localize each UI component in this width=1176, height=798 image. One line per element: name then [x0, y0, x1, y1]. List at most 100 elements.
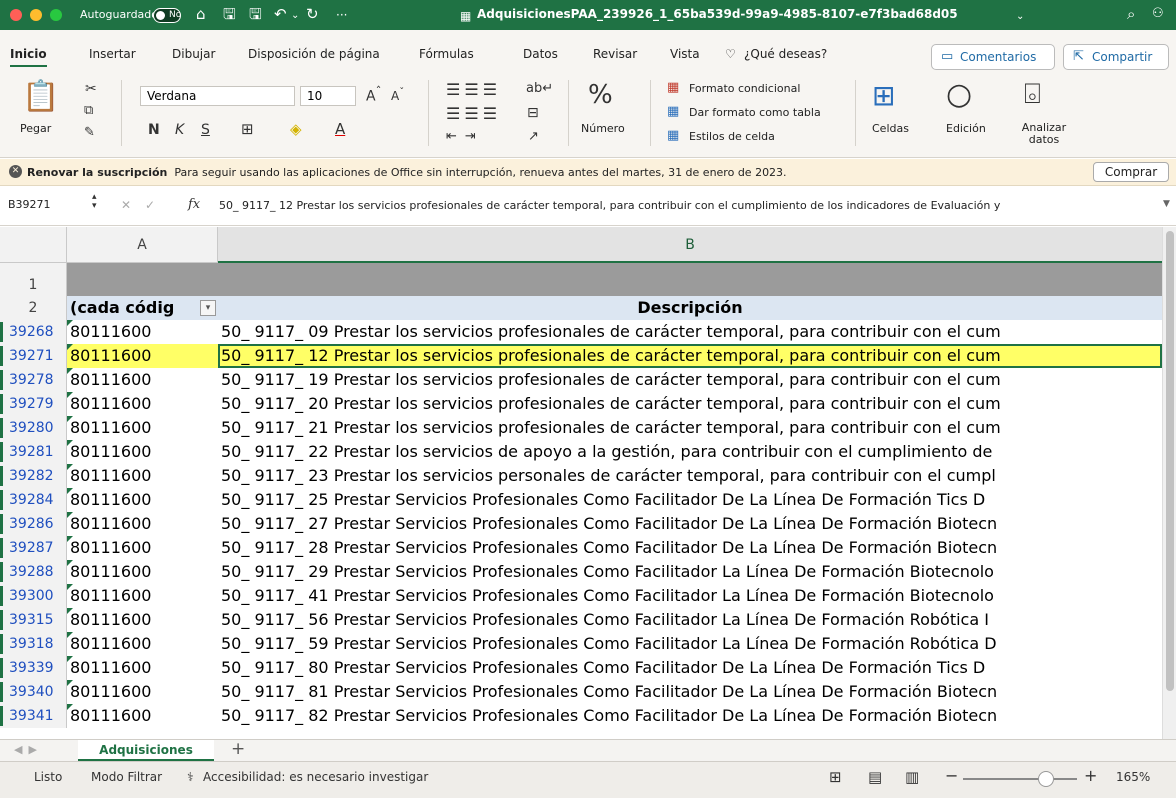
- cell-styles-icon[interactable]: ▦: [667, 129, 679, 142]
- cell-code[interactable]: 80111600: [67, 344, 218, 368]
- sheet-tab-adquisiciones[interactable]: Adquisiciones: [78, 740, 214, 762]
- cells-icon[interactable]: ⊞: [872, 82, 895, 110]
- indent-icons[interactable]: ⇤⇥: [446, 130, 484, 143]
- decrease-font-icon[interactable]: Aˇ: [391, 88, 404, 103]
- cell-code[interactable]: 80111600: [67, 392, 218, 416]
- borders-icon[interactable]: ⊞: [241, 122, 254, 137]
- underline-button[interactable]: S: [201, 123, 210, 137]
- filter-dropdown-icon[interactable]: ▾: [200, 300, 216, 316]
- row-header[interactable]: 39280: [0, 416, 67, 440]
- cell-description[interactable]: 50_ 9117_ 27 Prestar Servicios Profesion…: [218, 512, 1162, 536]
- tab-datos[interactable]: Datos: [523, 47, 558, 61]
- sheet-nav-arrows-icon[interactable]: ◀▶: [14, 743, 43, 756]
- font-color-icon[interactable]: A: [335, 122, 345, 137]
- column-header-b[interactable]: B: [218, 227, 1162, 263]
- editing-icon[interactable]: ○: [946, 80, 972, 110]
- tab-disposicion[interactable]: Disposición de página: [248, 47, 380, 61]
- tab-revisar[interactable]: Revisar: [593, 47, 637, 61]
- format-table-icon[interactable]: ▦: [667, 105, 679, 118]
- cell-code[interactable]: 80111600: [67, 656, 218, 680]
- row-header-2[interactable]: 2: [0, 296, 67, 320]
- column-header-a[interactable]: A: [67, 227, 218, 263]
- cancel-edit-icon[interactable]: ✕: [121, 199, 131, 211]
- home-icon[interactable]: ⌂: [196, 5, 206, 23]
- cell-code[interactable]: 80111600: [67, 680, 218, 704]
- cell-description[interactable]: 50_ 9117_ 21 Prestar los servicios profe…: [218, 416, 1162, 440]
- select-all-corner[interactable]: [0, 227, 67, 263]
- zoom-out-icon[interactable]: −: [945, 766, 958, 785]
- row-header[interactable]: 39268: [0, 320, 67, 344]
- name-box[interactable]: B39271: [8, 198, 51, 211]
- cell-description[interactable]: 50_ 9117_ 82 Prestar Servicios Profesion…: [218, 704, 1162, 728]
- row-header[interactable]: 39282: [0, 464, 67, 488]
- conditional-format-icon[interactable]: ▦: [667, 81, 679, 94]
- cell-code[interactable]: 80111600: [67, 704, 218, 728]
- vertical-scrollbar[interactable]: [1162, 227, 1176, 739]
- cell-code[interactable]: 80111600: [67, 560, 218, 584]
- row-header[interactable]: 39278: [0, 368, 67, 392]
- align-left-icons[interactable]: ☰☰☰: [446, 106, 501, 122]
- cell-code[interactable]: 80111600: [67, 440, 218, 464]
- zoom-slider-handle[interactable]: [1038, 771, 1054, 787]
- cell-code[interactable]: 80111600: [67, 488, 218, 512]
- zoom-slider[interactable]: [963, 778, 1077, 780]
- row-header[interactable]: 39300: [0, 584, 67, 608]
- percent-icon[interactable]: %: [588, 82, 613, 108]
- copy-icon[interactable]: ⧉: [84, 104, 93, 117]
- row-1-fill[interactable]: [67, 263, 1162, 296]
- normal-view-icon[interactable]: ⊞: [829, 768, 842, 786]
- scroll-thumb[interactable]: [1166, 231, 1174, 691]
- cell-description[interactable]: 50_ 9117_ 23 Prestar los servicios perso…: [218, 464, 1162, 488]
- more-icon[interactable]: ···: [336, 6, 347, 24]
- redo-icon[interactable]: ↻: [306, 5, 319, 23]
- row-header[interactable]: 39339: [0, 656, 67, 680]
- cell-code[interactable]: 80111600: [67, 368, 218, 392]
- tab-insertar[interactable]: Insertar: [89, 47, 136, 61]
- cell-description[interactable]: 50_ 9117_ 29 Prestar Servicios Profesion…: [218, 560, 1162, 584]
- row-header[interactable]: 39287: [0, 536, 67, 560]
- zoom-level[interactable]: 165%: [1116, 770, 1150, 784]
- row-header[interactable]: 39341: [0, 704, 67, 728]
- page-layout-icon[interactable]: ▤: [868, 768, 882, 786]
- account-icon[interactable]: ⚇: [1152, 5, 1164, 23]
- row-header[interactable]: 39318: [0, 632, 67, 656]
- row-header[interactable]: 39281: [0, 440, 67, 464]
- search-icon[interactable]: ⌕: [1127, 5, 1135, 23]
- row-header[interactable]: 39288: [0, 560, 67, 584]
- header-cell-b[interactable]: Descripción: [218, 296, 1162, 320]
- title-chevron-icon[interactable]: ⌄: [1016, 8, 1024, 26]
- cell-code[interactable]: 80111600: [67, 464, 218, 488]
- share-button[interactable]: ⇱ Compartir: [1063, 44, 1169, 70]
- cell-description[interactable]: 50_ 9117_ 28 Prestar Servicios Profesion…: [218, 536, 1162, 560]
- tab-formulas[interactable]: Fórmulas: [419, 47, 474, 61]
- cell-code[interactable]: 80111600: [67, 536, 218, 560]
- font-size-select[interactable]: 10: [300, 86, 356, 106]
- cell-description[interactable]: 50_ 9117_ 20 Prestar los servicios profe…: [218, 392, 1162, 416]
- row-header[interactable]: 39315: [0, 608, 67, 632]
- tell-me-search[interactable]: ¿Qué deseas?: [744, 47, 827, 61]
- autosave-toggle[interactable]: No: [153, 8, 181, 23]
- cell-description[interactable]: 50_ 9117_ 22 Prestar los servicios de ap…: [218, 440, 1162, 464]
- zoom-window-button[interactable]: [50, 9, 62, 21]
- close-window-button[interactable]: [10, 9, 22, 21]
- cell-description[interactable]: 50_ 9117_ 41 Prestar Servicios Profesion…: [218, 584, 1162, 608]
- name-box-stepper-icon[interactable]: ▴ ▾: [92, 193, 97, 211]
- analyze-data-icon[interactable]: ⌻: [1024, 80, 1041, 108]
- cell-description[interactable]: 50_ 9117_ 56 Prestar Servicios Profesion…: [218, 608, 1162, 632]
- increase-font-icon[interactable]: Aˆ: [366, 85, 381, 104]
- cell-description[interactable]: 50_ 9117_ 09 Prestar los servicios profe…: [218, 320, 1162, 344]
- accessibility-icon[interactable]: ⚕: [187, 770, 194, 784]
- row-header-1[interactable]: 1: [0, 263, 67, 296]
- cell-description[interactable]: 50_ 9117_ 59 Prestar Servicios Profesion…: [218, 632, 1162, 656]
- tab-inicio[interactable]: Inicio: [10, 47, 47, 67]
- header-cell-a[interactable]: (cada códig ▾: [67, 296, 218, 320]
- minimize-window-button[interactable]: [30, 9, 42, 21]
- undo-dropdown-icon[interactable]: ⌄: [291, 7, 299, 25]
- cell-description[interactable]: 50_ 9117_ 25 Prestar Servicios Profesion…: [218, 488, 1162, 512]
- bold-button[interactable]: N: [148, 123, 160, 137]
- fx-icon[interactable]: fx: [188, 198, 200, 211]
- tab-vista[interactable]: Vista: [670, 47, 700, 61]
- formula-input[interactable]: 50_ 9117_ 12 Prestar los servicios profe…: [219, 199, 1000, 212]
- save-icon[interactable]: 🖫: [223, 5, 236, 23]
- cell-code[interactable]: 80111600: [67, 512, 218, 536]
